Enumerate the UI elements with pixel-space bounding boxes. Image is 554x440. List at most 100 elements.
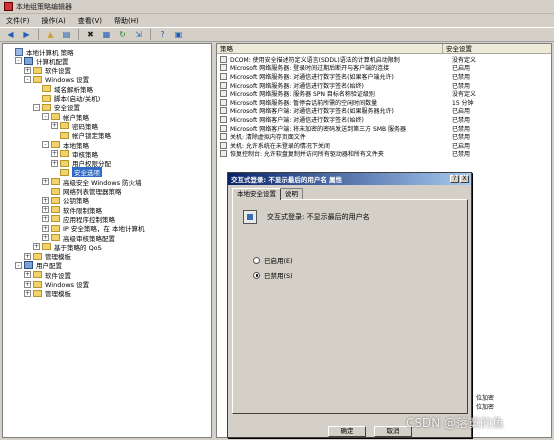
tree-item[interactable]: - 计算机配置 — [15, 56, 69, 66]
help-topics-icon[interactable]: ▣ — [172, 29, 185, 41]
tree-expander-icon[interactable]: - — [15, 261, 22, 269]
tree-item[interactable]: 帐户锁定策略 — [51, 131, 111, 140]
tree-item[interactable]: + 软件设置 — [24, 66, 71, 75]
folder-icon — [60, 131, 69, 139]
column-header-policy[interactable]: 策略 — [217, 44, 443, 53]
radio-disabled[interactable]: 已禁用(S) — [253, 270, 293, 280]
tree-item[interactable]: - 本地策略 — [42, 140, 89, 150]
menu-help[interactable]: 帮助(H) — [114, 16, 139, 26]
tree-item[interactable]: + 基于策略的 QoS — [33, 242, 102, 252]
back-arrow-icon[interactable]: ◀ — [4, 29, 17, 41]
policy-item-icon — [220, 55, 227, 63]
list-row[interactable]: 恢复控制台: 允许软盘复制并访问所有驱动器和所有文件夹 已禁用 — [217, 150, 551, 158]
list-row[interactable]: Microsoft 网络服务器: 对通信进行数字签名(如果客户端允许) 已禁用 — [217, 72, 551, 81]
tree-expander-icon[interactable]: + — [42, 224, 49, 232]
tree-item[interactable]: + 软件限制策略 — [42, 205, 102, 215]
tree-expander-icon[interactable]: + — [42, 196, 49, 204]
radio-button-selected[interactable] — [253, 271, 260, 279]
column-header-setting[interactable]: 安全设置 — [443, 44, 472, 53]
tree-expander-icon[interactable]: + — [42, 178, 49, 186]
tree-item[interactable]: + 管理模板 — [24, 289, 71, 298]
folder-icon — [51, 224, 60, 232]
tree-expander-icon[interactable]: - — [33, 103, 40, 111]
list-row[interactable]: Microsoft 网络服务器: 服务器 SPN 目标名称验证级别 没有定义 — [217, 89, 551, 98]
policy-item-icon — [220, 64, 227, 72]
tree-item[interactable]: - 帐户策略 — [42, 112, 89, 122]
tab-pane: 交互式登录: 不显示最后的用户名 已启用(E) 已禁用(S) — [232, 199, 468, 414]
folder-icon — [51, 113, 60, 121]
tree-expander-icon[interactable]: - — [24, 75, 31, 83]
up-folder-icon[interactable]: ▲ — [44, 29, 57, 41]
radio-enabled[interactable]: 已启用(E) — [253, 255, 293, 265]
menu-action[interactable]: 操作(A) — [42, 16, 66, 26]
tree-expander-icon[interactable]: + — [24, 252, 31, 260]
tree-expander-icon[interactable]: + — [24, 289, 31, 297]
tree-item[interactable]: 网络列表管理器策略 — [42, 187, 122, 196]
tree-expander-icon[interactable]: + — [33, 243, 40, 251]
tree-item[interactable]: 域名解析策略 — [33, 84, 93, 94]
tree-expander-icon[interactable]: + — [51, 150, 58, 158]
list-row[interactable]: Microsoft 网络服务器: 登录时间过期后断开与客户端的连接 已启用 — [217, 64, 551, 72]
folder-icon — [33, 280, 42, 288]
tree-expander-icon[interactable]: + — [24, 66, 31, 74]
tree-item[interactable]: + 密码策略 — [51, 121, 98, 131]
export-list-icon[interactable]: ⇲ — [132, 29, 145, 41]
list-row[interactable]: DCOM: 使用安全描述符定义语言(SDDL)语法的计算机启动限制 没有定义 — [217, 55, 551, 64]
dialog-help-button[interactable]: ? — [450, 175, 459, 183]
tree-item[interactable]: + 用户权限分配 — [51, 159, 111, 168]
list-row[interactable]: Microsoft 网络客户端: 将未加密的密码发送到第三方 SMB 服务器 已禁… — [217, 124, 551, 133]
tree-item[interactable]: - 安全设置 — [33, 103, 80, 112]
tree-item[interactable]: + 公钥策略 — [42, 196, 89, 205]
menu-file[interactable]: 文件(F) — [6, 16, 30, 26]
tree-item[interactable]: - 用户配置 — [15, 261, 62, 270]
tree-expander-icon[interactable]: + — [51, 122, 58, 130]
list-row[interactable]: Microsoft 网络客户端: 对通信进行数字签名(如果服务器允许) 已启用 — [217, 107, 551, 115]
tree-item[interactable]: + 软件设置 — [24, 270, 71, 280]
ok-button[interactable]: 确定 — [328, 426, 366, 437]
help-icon[interactable]: ? — [156, 29, 169, 41]
tree-expander-icon[interactable]: + — [42, 215, 49, 223]
list-row[interactable]: Microsoft 网络服务器: 暂停会话前所需的空闲时间数量 15 分钟 — [217, 98, 551, 107]
forward-arrow-icon[interactable]: ▶ — [20, 29, 33, 41]
tree-item[interactable]: + 应用程序控制策略 — [42, 214, 115, 224]
tree-expander-icon[interactable]: + — [51, 159, 58, 167]
tree-expander-icon[interactable]: - — [15, 57, 22, 65]
menu-view[interactable]: 查看(V) — [78, 16, 102, 26]
tree-item[interactable]: + 审核策略 — [51, 149, 98, 159]
tree-expander-icon[interactable]: - — [42, 113, 49, 121]
list-row[interactable]: 关机: 清除虚拟内存页面文件 已禁用 — [217, 132, 551, 141]
tree-item[interactable]: - Windows 设置 — [24, 75, 89, 84]
tree-expander-icon[interactable]: + — [42, 234, 49, 241]
properties-icon[interactable]: ▦ — [100, 29, 113, 41]
tree-expander-icon[interactable]: + — [24, 271, 31, 279]
tree-item[interactable]: 本地计算机 策略 — [6, 47, 74, 57]
dialog-close-button[interactable]: X — [460, 175, 469, 183]
refresh-icon[interactable]: ↻ — [116, 29, 129, 41]
tree-item[interactable]: + 高级安全 Windows 防火墙 — [42, 177, 142, 187]
tree-item[interactable]: 脚本(启动/关机) — [33, 94, 100, 103]
tree-item[interactable]: + 高级审核策略配置 — [42, 233, 115, 243]
tab-local-security-setting[interactable]: 本地安全设置 — [232, 188, 281, 200]
radio-button[interactable] — [253, 256, 260, 264]
list-row[interactable]: Microsoft 网络客户端: 对通信进行数字签名(始终) 已禁用 — [217, 115, 551, 124]
tree-item[interactable]: + 管理模板 — [24, 252, 71, 261]
list-value-behind-dialog: 位加密 — [476, 404, 495, 411]
tab-explain[interactable]: 说明 — [280, 188, 303, 199]
policy-item-icon — [220, 124, 227, 132]
tree-item[interactable]: 安全选项 — [51, 167, 102, 178]
folder-icon — [60, 159, 69, 167]
folder-icon — [51, 206, 60, 214]
show-hide-tree-icon[interactable]: ▤ — [60, 29, 73, 41]
console-tree[interactable]: 本地计算机 策略 - 计算机配置 + 软件设置 - Windows 设置 域名解析策略 脚本(启… — [2, 43, 212, 438]
list-row[interactable]: 关机: 允许系统在未登录的情况下关闭 已启用 — [217, 141, 551, 150]
delete-icon[interactable]: ✖ — [84, 29, 97, 41]
tree-expander-icon[interactable]: + — [42, 206, 49, 214]
list-header: 策略 安全设置 — [217, 44, 551, 54]
list-row[interactable]: Microsoft 网络服务器: 对通信进行数字签名(始终) 已禁用 — [217, 81, 551, 90]
policy-icon — [243, 210, 257, 224]
tree-expander-icon[interactable]: + — [24, 280, 31, 288]
policy-item-icon — [220, 133, 227, 141]
tree-item[interactable]: + IP 安全策略，在 本地计算机 — [42, 224, 144, 233]
tree-expander-icon[interactable]: - — [42, 141, 49, 148]
tree-item[interactable]: + Windows 设置 — [24, 280, 89, 289]
